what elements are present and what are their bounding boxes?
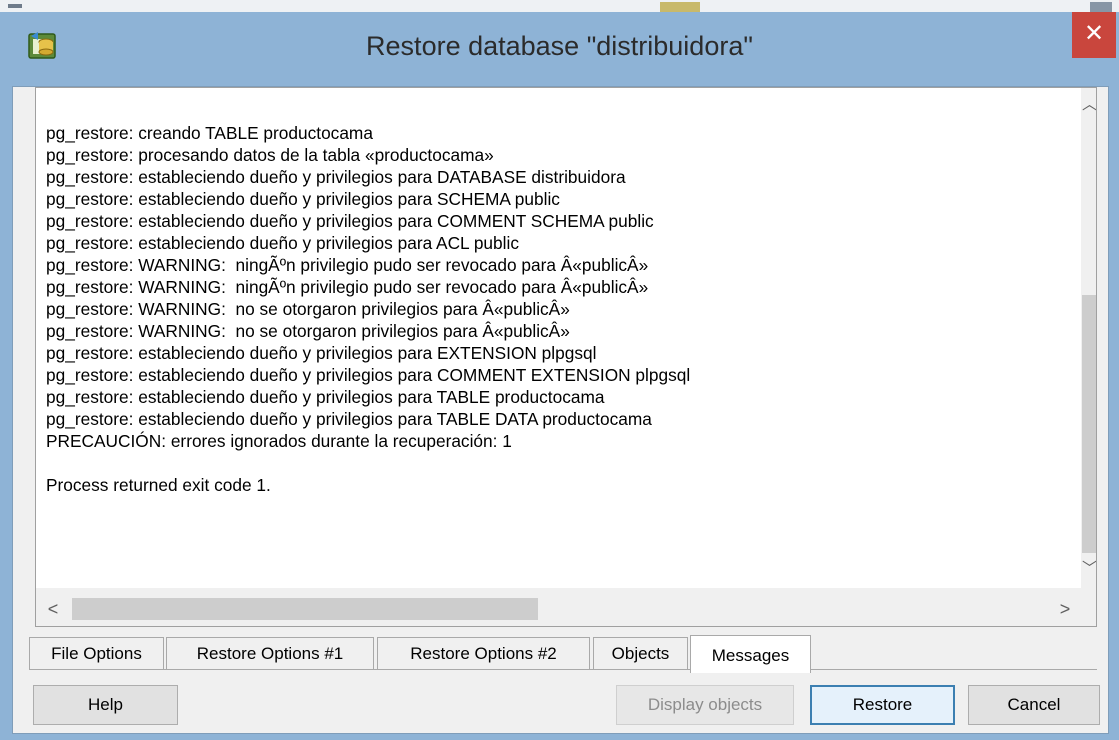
close-button[interactable]: ✕	[1072, 12, 1116, 58]
dialog-title: Restore database "distribuidora"	[366, 31, 753, 61]
display-objects-button[interactable]: Display objects	[616, 685, 794, 725]
title-bar[interactable]: Restore database "distribuidora" ✕	[0, 12, 1119, 84]
log-line: pg_restore: estableciendo dueño y privil…	[46, 343, 597, 363]
horizontal-scroll-thumb[interactable]	[72, 598, 538, 620]
log-line: pg_restore: estableciendo dueño y privil…	[46, 365, 691, 385]
background-toolbar-fragment	[660, 2, 700, 12]
tab-restore-options-2[interactable]: Restore Options #2	[377, 637, 590, 669]
tab-messages[interactable]: Messages	[690, 635, 811, 673]
log-line: pg_restore: estableciendo dueño y privil…	[46, 233, 519, 253]
log-line: PRECAUCIÓN: errores ignorados durante la…	[46, 431, 512, 451]
log-output: pg_restore: creando TABLE productocama p…	[46, 122, 1086, 496]
background-toolbar-fragment	[8, 4, 22, 8]
scrollbar-corner	[1081, 588, 1096, 626]
restore-dialog: Restore database "distribuidora" ✕ pg_re…	[0, 12, 1119, 740]
background-toolbar-fragment	[1090, 2, 1112, 12]
tab-objects[interactable]: Objects	[593, 637, 688, 669]
log-line: pg_restore: procesando datos de la tabla…	[46, 145, 494, 165]
log-line: pg_restore: creando TABLE productocama	[46, 123, 373, 143]
log-line: pg_restore: WARNING: no se otorgaron pri…	[46, 299, 570, 319]
close-icon: ✕	[1083, 20, 1105, 47]
tab-restore-options-1[interactable]: Restore Options #1	[166, 637, 374, 669]
messages-log[interactable]: pg_restore: creando TABLE productocama p…	[35, 87, 1097, 627]
help-button[interactable]: Help	[33, 685, 178, 725]
scroll-up-icon[interactable]: ︿	[1081, 92, 1096, 118]
tab-strip-divider	[29, 669, 1097, 670]
log-line: pg_restore: estableciendo dueño y privil…	[46, 409, 652, 429]
log-line: pg_restore: estableciendo dueño y privil…	[46, 167, 626, 187]
log-line: pg_restore: WARNING: no se otorgaron pri…	[46, 321, 570, 341]
log-line: Process returned exit code 1.	[46, 475, 271, 495]
cancel-button[interactable]: Cancel	[968, 685, 1100, 725]
log-line: pg_restore: estableciendo dueño y privil…	[46, 387, 605, 407]
tab-file-options[interactable]: File Options	[29, 637, 164, 669]
log-line: pg_restore: WARNING: ningÃºn privilegio …	[46, 277, 649, 297]
log-line: pg_restore: estableciendo dueño y privil…	[46, 211, 654, 231]
restore-button[interactable]: Restore	[810, 685, 955, 725]
scroll-right-icon[interactable]: >	[1054, 598, 1076, 620]
log-line: pg_restore: estableciendo dueño y privil…	[46, 189, 560, 209]
scroll-down-icon[interactable]: ﹀	[1081, 556, 1096, 582]
dialog-client-area: pg_restore: creando TABLE productocama p…	[12, 86, 1109, 734]
scroll-left-icon[interactable]: <	[42, 598, 64, 620]
vertical-scroll-thumb[interactable]	[1082, 295, 1096, 553]
log-line: pg_restore: WARNING: ningÃºn privilegio …	[46, 255, 649, 275]
